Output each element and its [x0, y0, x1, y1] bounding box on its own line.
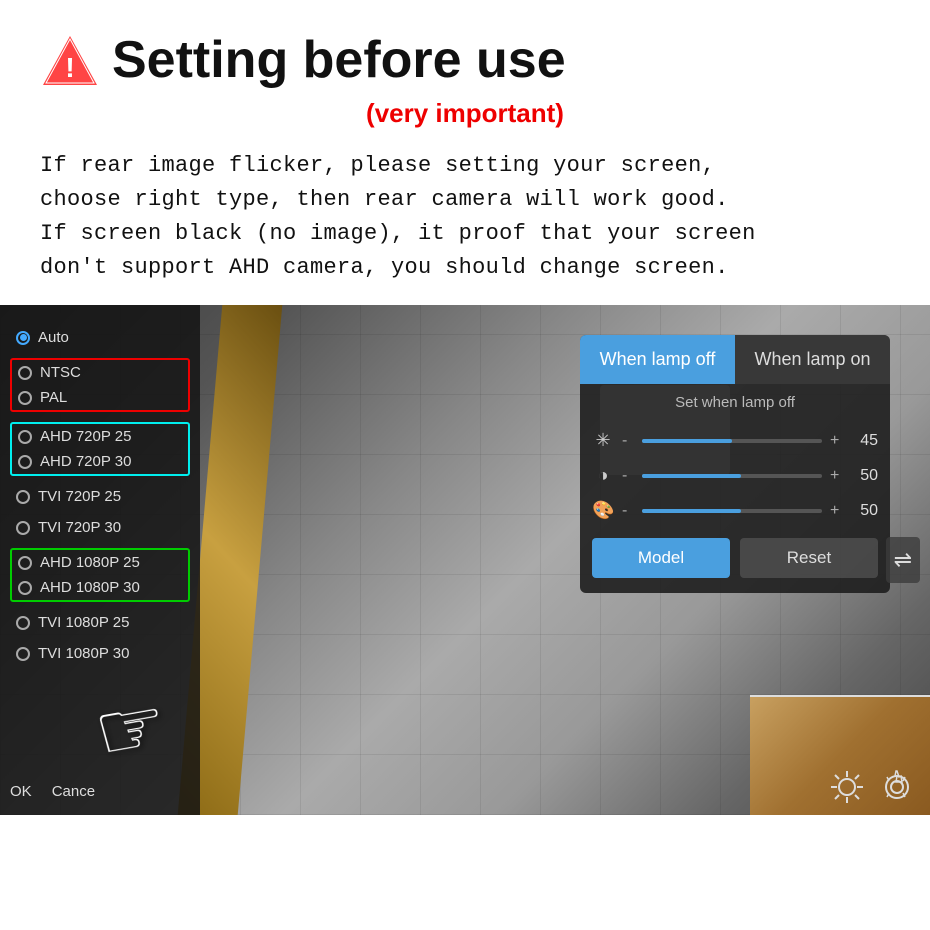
radio-tvi720p25: [16, 490, 30, 504]
radio-pal: [18, 391, 32, 405]
bottom-bar: [829, 769, 915, 805]
menu-item-ahd720p30[interactable]: AHD 720P 30: [12, 449, 188, 474]
menu-item-ahd720p25[interactable]: AHD 720P 25: [12, 424, 188, 449]
radio-ahd1080p25: [18, 556, 32, 570]
brightness-value: 45: [850, 432, 878, 450]
menu-label-tvi1080p30: TVI 1080P 30: [38, 645, 129, 662]
menu-label-auto: Auto: [38, 329, 69, 346]
slider-row-brightness: ✳ - + 45: [580, 423, 890, 458]
contrast-minus[interactable]: -: [622, 467, 634, 485]
radio-tvi1080p30: [16, 647, 30, 661]
menu-item-tvi1080p30[interactable]: TVI 1080P 30: [10, 641, 190, 666]
menu-label-tvi720p25: TVI 720P 25: [38, 488, 121, 505]
camera-ui: Auto NTSC PAL AHD 720P 25 AHD 720P 30: [0, 305, 930, 815]
ok-button[interactable]: OK: [10, 783, 32, 800]
page-title: Setting before use: [112, 30, 566, 90]
settings-panel: When lamp off When lamp on Set when lamp…: [580, 335, 890, 593]
menu-label-tvi1080p25: TVI 1080P 25: [38, 614, 129, 631]
color-value: 50: [850, 502, 878, 520]
svg-text:!: !: [65, 52, 74, 83]
color-fill: [642, 509, 741, 513]
tab-lamp-off[interactable]: When lamp off: [580, 335, 735, 384]
contrast-plus[interactable]: +: [830, 467, 842, 485]
title-row: ! Setting before use: [40, 30, 890, 90]
color-plus[interactable]: +: [830, 502, 842, 520]
radio-ahd720p25: [18, 430, 32, 444]
brightness-fill: [642, 439, 732, 443]
desc-line-3: If screen black (no image), it proof tha…: [40, 221, 756, 246]
top-section: ! Setting before use (very important) If…: [0, 0, 930, 305]
slider-row-color: 🎨 - + 50: [580, 493, 890, 528]
contrast-value: 50: [850, 467, 878, 485]
menu-item-ntsc[interactable]: NTSC: [12, 360, 188, 385]
color-icon: 🎨: [592, 500, 614, 521]
slider-row-contrast: ◑ - + 50: [580, 458, 890, 493]
radio-tvi1080p25: [16, 616, 30, 630]
radio-ahd720p30: [18, 455, 32, 469]
menu-item-tvi720p25[interactable]: TVI 720P 25: [10, 484, 190, 509]
brightness-icon: ✳: [592, 430, 614, 451]
model-button[interactable]: Model: [592, 538, 730, 578]
desc-line-4: don't support AHD camera, you should cha…: [40, 255, 729, 280]
tab-row: When lamp off When lamp on: [580, 335, 890, 384]
brightness-minus[interactable]: -: [622, 432, 634, 450]
tab-lamp-on[interactable]: When lamp on: [735, 335, 890, 384]
action-buttons-row: Model Reset: [580, 528, 890, 578]
description-text: If rear image flicker, please setting yo…: [40, 149, 890, 285]
menu-item-pal[interactable]: PAL: [12, 385, 188, 410]
radio-auto: [16, 331, 30, 345]
menu-item-tvi1080p25[interactable]: TVI 1080P 25: [10, 610, 190, 635]
menu-label-ntsc: NTSC: [40, 364, 81, 381]
page-subtitle: (very important): [40, 98, 890, 129]
warning-icon: !: [40, 33, 100, 88]
brightness-plus[interactable]: +: [830, 432, 842, 450]
menu-group-red: NTSC PAL: [10, 358, 190, 412]
contrast-fill: [642, 474, 741, 478]
brightness-track[interactable]: [642, 439, 822, 443]
desc-line-2: choose right type, then rear camera will…: [40, 187, 729, 212]
cancel-button[interactable]: Cance: [52, 783, 95, 800]
contrast-track[interactable]: [642, 474, 822, 478]
menu-label-ahd720p30: AHD 720P 30: [40, 453, 131, 470]
menu-group-green: AHD 1080P 25 AHD 1080P 30: [10, 548, 190, 602]
color-track[interactable]: [642, 509, 822, 513]
radio-tvi720p30: [16, 521, 30, 535]
settings-section-title: Set when lamp off: [580, 394, 890, 411]
menu-label-ahd720p25: AHD 720P 25: [40, 428, 131, 445]
desc-line-1: If rear image flicker, please setting yo…: [40, 153, 715, 178]
menu-group-cyan: AHD 720P 25 AHD 720P 30: [10, 422, 190, 476]
brightness-bottom-icon: [829, 769, 865, 805]
menu-item-ahd1080p30[interactable]: AHD 1080P 30: [12, 575, 188, 600]
menu-label-ahd1080p30: AHD 1080P 30: [40, 579, 140, 596]
radio-ntsc: [18, 366, 32, 380]
radio-ahd1080p30: [18, 581, 32, 595]
menu-item-ahd1080p25[interactable]: AHD 1080P 25: [12, 550, 188, 575]
navigate-icon[interactable]: ⇌: [886, 537, 920, 583]
reset-button[interactable]: Reset: [740, 538, 878, 578]
menu-label-pal: PAL: [40, 389, 67, 406]
settings-bottom-icon[interactable]: [879, 769, 915, 805]
menu-footer: OK Cance: [10, 783, 95, 800]
menu-item-auto[interactable]: Auto: [10, 325, 190, 350]
menu-label-tvi720p30: TVI 720P 30: [38, 519, 121, 536]
color-minus[interactable]: -: [622, 502, 634, 520]
contrast-icon: ◑: [592, 465, 614, 486]
menu-item-tvi720p30[interactable]: TVI 720P 30: [10, 515, 190, 540]
menu-label-ahd1080p25: AHD 1080P 25: [40, 554, 140, 571]
